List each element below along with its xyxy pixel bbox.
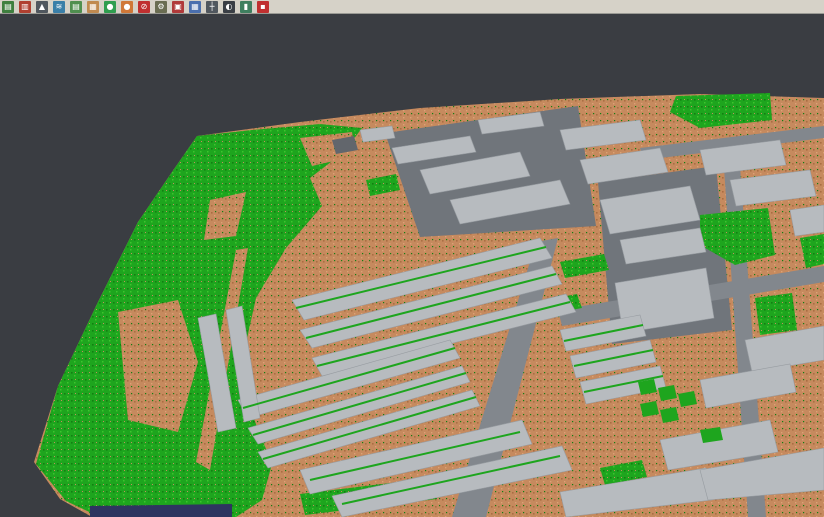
save-scene-icon[interactable]: ▥	[19, 1, 31, 13]
grid-icon[interactable]: ▦	[189, 1, 201, 13]
vegetation-patch	[755, 293, 797, 335]
histogram-icon[interactable]: ▮	[240, 1, 252, 13]
vegetation-class-icon[interactable]: ●	[104, 1, 116, 13]
edge-shadow-layer	[90, 504, 232, 517]
main-toolbar: ▤ ▥ ▲ ≋ ▤ ▦ ● ● ⊘ ⚙ ▣ ▦ ┼ ◐ ▮ ▪	[0, 0, 824, 14]
water-layer-icon[interactable]: ≋	[53, 1, 65, 13]
scene-svg[interactable]	[0, 14, 824, 517]
settings-gear-icon[interactable]: ⚙	[155, 1, 167, 13]
globe-view-icon[interactable]: ◐	[223, 1, 235, 13]
clear-selection-icon[interactable]: ⊘	[138, 1, 150, 13]
building-class-icon[interactable]: ●	[121, 1, 133, 13]
record-icon[interactable]: ▪	[257, 1, 269, 13]
application-window: ▤ ▥ ▲ ≋ ▤ ▦ ● ● ⊘ ⚙ ▣ ▦ ┼ ◐ ▮ ▪	[0, 0, 824, 517]
edge-shadow	[90, 504, 232, 517]
layers-icon[interactable]: ▤	[70, 1, 82, 13]
measure-icon[interactable]: ┼	[206, 1, 218, 13]
open-project-icon[interactable]: ▤	[2, 1, 14, 13]
crop-region-icon[interactable]: ▣	[172, 1, 184, 13]
terrain-model-icon[interactable]: ▲	[36, 1, 48, 13]
viewport-3d[interactable]	[0, 14, 824, 517]
ground-class-icon[interactable]: ▦	[87, 1, 99, 13]
building-roof	[790, 205, 824, 236]
